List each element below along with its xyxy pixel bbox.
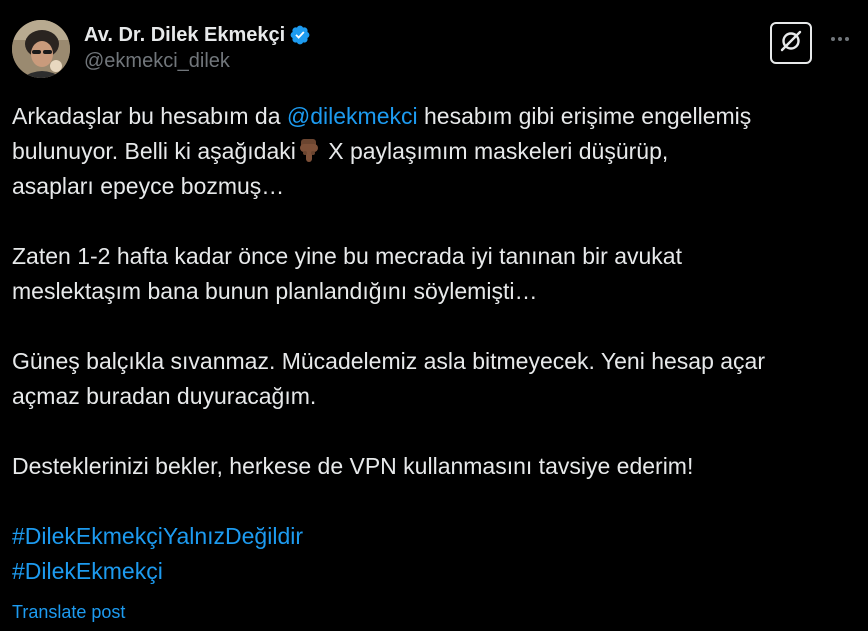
- tweet-text: Arkadaşlar bu hesabım da @dilekmekci hes…: [12, 99, 858, 589]
- text-span: hesabım gibi erişime engellemiş: [417, 103, 752, 129]
- avatar[interactable]: [12, 20, 70, 78]
- grok-button[interactable]: [770, 22, 812, 64]
- avatar-image: [12, 20, 70, 78]
- handle[interactable]: @ekmekci_dilek: [84, 50, 311, 73]
- author-info: Av. Dr. Dilek Ekmekçi @ekmekci_dilek: [84, 22, 311, 73]
- tweet-line: #DilekEkmekçi: [12, 554, 858, 589]
- tweet-line: Zaten 1-2 hafta kadar önce yine bu mecra…: [12, 243, 682, 269]
- text-span: X paylaşımım maskeleri düşürüp,: [321, 138, 669, 164]
- tweet-line: asapları epeyce bozmuş…: [12, 173, 285, 199]
- pointing-down-emoji-icon: [298, 138, 320, 164]
- text-span: bulunuyor. Belli ki aşağıdaki: [12, 138, 296, 164]
- more-icon: [828, 27, 852, 57]
- tweet-line: Arkadaşlar bu hesabım da @dilekmekci hes…: [12, 99, 858, 134]
- tweet-header: Av. Dr. Dilek Ekmekçi @ekmekci_dilek: [12, 18, 856, 80]
- grok-icon: [778, 28, 804, 59]
- tweet-line: #DilekEkmekçiYalnızDeğildir: [12, 519, 858, 554]
- verified-badge-icon[interactable]: [289, 24, 311, 46]
- hashtag-link[interactable]: #DilekEkmekçiYalnızDeğildir: [12, 523, 303, 549]
- display-name[interactable]: Av. Dr. Dilek Ekmekçi: [84, 24, 285, 47]
- hashtag-link[interactable]: #DilekEkmekçi: [12, 558, 163, 584]
- tweet-line: meslektaşım bana bunun planlandığını söy…: [12, 278, 538, 304]
- more-button[interactable]: [824, 26, 856, 58]
- tweet-line: Güneş balçıkla sıvanmaz. Mücadelemiz asl…: [12, 348, 766, 374]
- tweet-line: açmaz buradan duyuracağım.: [12, 383, 317, 409]
- translate-post-link[interactable]: Translate post: [12, 602, 125, 623]
- tweet-line: Desteklerinizi bekler, herkese de VPN ku…: [12, 453, 694, 479]
- tweet-line: bulunuyor. Belli ki aşağıdaki X paylaşım…: [12, 134, 858, 169]
- display-name-row: Av. Dr. Dilek Ekmekçi: [84, 22, 311, 48]
- mention-link[interactable]: @dilekmekci: [287, 103, 418, 129]
- text-span: Arkadaşlar bu hesabım da: [12, 103, 287, 129]
